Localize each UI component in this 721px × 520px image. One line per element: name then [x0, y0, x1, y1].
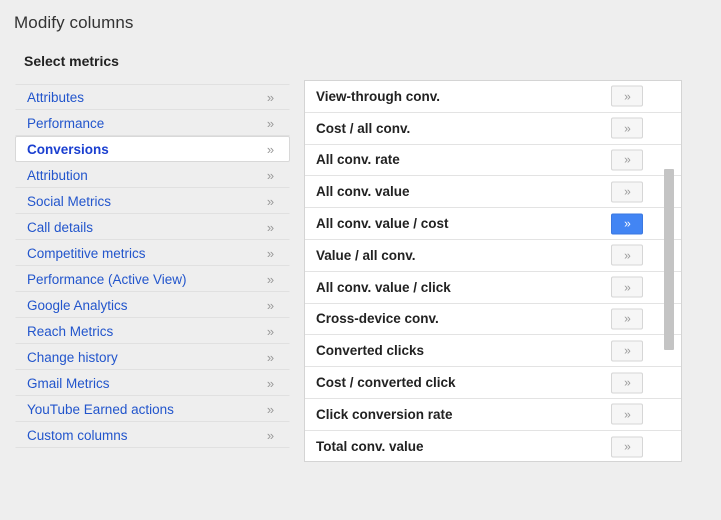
- metrics-scrollbar-thumb[interactable]: [664, 169, 674, 350]
- chevron-double-right-icon: »: [259, 298, 281, 313]
- metric-row: View-through conv.»: [305, 81, 681, 113]
- metric-row: All conv. rate»: [305, 145, 681, 177]
- add-metric-button[interactable]: »: [611, 277, 643, 298]
- metric-label: Value / all conv.: [316, 248, 635, 263]
- sidebar-item-youtube-earned-actions[interactable]: YouTube Earned actions»: [15, 396, 290, 422]
- chevron-double-right-icon: »: [259, 116, 281, 131]
- chevron-double-right-icon: »: [624, 218, 630, 230]
- chevron-double-right-icon: »: [259, 194, 281, 209]
- chevron-double-right-icon: »: [259, 220, 281, 235]
- add-metric-button[interactable]: »: [611, 181, 643, 202]
- chevron-double-right-icon: »: [259, 272, 281, 287]
- metric-label: Total conv. value: [316, 439, 635, 454]
- chevron-double-right-icon: »: [259, 246, 281, 261]
- sidebar-item-label: Change history: [27, 350, 259, 365]
- add-metric-button[interactable]: »: [611, 436, 643, 457]
- metric-row: Cost / converted click»: [305, 367, 681, 399]
- sidebar-item-performance-active-view[interactable]: Performance (Active View)»: [15, 266, 290, 292]
- sidebar-item-change-history[interactable]: Change history»: [15, 344, 290, 370]
- sidebar-item-label: Reach Metrics: [27, 324, 259, 339]
- chevron-double-right-icon: »: [624, 154, 630, 166]
- metrics-scrollbar-track[interactable]: [664, 82, 674, 460]
- metric-label: Cost / all conv.: [316, 121, 635, 136]
- chevron-double-right-icon: »: [259, 402, 281, 417]
- metric-row: All conv. value / click»: [305, 272, 681, 304]
- metric-row: Cross-device conv.»: [305, 304, 681, 336]
- add-metric-button[interactable]: »: [611, 340, 643, 361]
- select-metrics-heading: Select metrics: [24, 53, 119, 69]
- chevron-double-right-icon: »: [259, 350, 281, 365]
- metric-row: Total conv. value»: [305, 431, 681, 461]
- sidebar-item-google-analytics[interactable]: Google Analytics»: [15, 292, 290, 318]
- chevron-double-right-icon: »: [624, 408, 630, 420]
- chevron-double-right-icon: »: [624, 122, 630, 134]
- metrics-scroll-area[interactable]: View-through conv.»Cost / all conv.»All …: [305, 81, 681, 461]
- chevron-double-right-icon: »: [259, 376, 281, 391]
- chevron-double-right-icon: »: [624, 313, 630, 325]
- sidebar-item-custom-columns[interactable]: Custom columns»: [15, 422, 290, 448]
- chevron-double-right-icon: »: [259, 324, 281, 339]
- metric-category-list: Attributes»Performance»Conversions»Attri…: [15, 84, 290, 448]
- metric-label: All conv. value / cost: [316, 216, 635, 231]
- add-metric-button[interactable]: »: [611, 372, 643, 393]
- sidebar-item-competitive-metrics[interactable]: Competitive metrics»: [15, 240, 290, 266]
- sidebar-item-label: Gmail Metrics: [27, 376, 259, 391]
- metric-label: Converted clicks: [316, 343, 635, 358]
- sidebar-item-social-metrics[interactable]: Social Metrics»: [15, 188, 290, 214]
- sidebar-item-label: Attributes: [27, 90, 259, 105]
- metric-row: Cost / all conv.»: [305, 113, 681, 145]
- metric-label: View-through conv.: [316, 89, 635, 104]
- sidebar-item-label: Conversions: [27, 142, 259, 157]
- sidebar-item-label: Competitive metrics: [27, 246, 259, 261]
- sidebar-item-label: Performance (Active View): [27, 272, 259, 287]
- metric-row: All conv. value»: [305, 176, 681, 208]
- add-metric-button[interactable]: »: [611, 213, 643, 234]
- chevron-double-right-icon: »: [624, 249, 630, 261]
- sidebar-item-reach-metrics[interactable]: Reach Metrics»: [15, 318, 290, 344]
- sidebar-item-label: Google Analytics: [27, 298, 259, 313]
- add-metric-button[interactable]: »: [611, 308, 643, 329]
- chevron-double-right-icon: »: [259, 168, 281, 183]
- metric-label: All conv. value: [316, 184, 635, 199]
- add-metric-button[interactable]: »: [611, 86, 643, 107]
- sidebar-item-performance[interactable]: Performance»: [15, 110, 290, 136]
- metric-label: Click conversion rate: [316, 407, 635, 422]
- sidebar-item-label: Call details: [27, 220, 259, 235]
- metric-label: All conv. rate: [316, 152, 635, 167]
- sidebar-item-conversions[interactable]: Conversions»: [15, 136, 290, 162]
- metric-label: Cost / converted click: [316, 375, 635, 390]
- chevron-double-right-icon: »: [624, 90, 630, 102]
- metric-row: Value / all conv.»: [305, 240, 681, 272]
- sidebar-item-attributes[interactable]: Attributes»: [15, 84, 290, 110]
- metric-label: Cross-device conv.: [316, 311, 635, 326]
- chevron-double-right-icon: »: [259, 142, 281, 157]
- chevron-double-right-icon: »: [259, 90, 281, 105]
- metric-label: All conv. value / click: [316, 280, 635, 295]
- metric-row: All conv. value / cost»: [305, 208, 681, 240]
- chevron-double-right-icon: »: [624, 377, 630, 389]
- sidebar-item-label: Social Metrics: [27, 194, 259, 209]
- add-metric-button[interactable]: »: [611, 404, 643, 425]
- sidebar-item-attribution[interactable]: Attribution»: [15, 162, 290, 188]
- page-title: Modify columns: [14, 13, 134, 33]
- metrics-panel: View-through conv.»Cost / all conv.»All …: [304, 80, 682, 462]
- chevron-double-right-icon: »: [624, 281, 630, 293]
- sidebar-item-label: Custom columns: [27, 428, 259, 443]
- sidebar-item-label: Performance: [27, 116, 259, 131]
- sidebar-item-gmail-metrics[interactable]: Gmail Metrics»: [15, 370, 290, 396]
- chevron-double-right-icon: »: [624, 345, 630, 357]
- chevron-double-right-icon: »: [624, 441, 630, 453]
- add-metric-button[interactable]: »: [611, 149, 643, 170]
- metric-row: Click conversion rate»: [305, 399, 681, 431]
- sidebar-item-call-details[interactable]: Call details»: [15, 214, 290, 240]
- sidebar-item-label: Attribution: [27, 168, 259, 183]
- chevron-double-right-icon: »: [259, 428, 281, 443]
- metric-row: Converted clicks»: [305, 335, 681, 367]
- sidebar-item-label: YouTube Earned actions: [27, 402, 259, 417]
- chevron-double-right-icon: »: [624, 186, 630, 198]
- add-metric-button[interactable]: »: [611, 118, 643, 139]
- add-metric-button[interactable]: »: [611, 245, 643, 266]
